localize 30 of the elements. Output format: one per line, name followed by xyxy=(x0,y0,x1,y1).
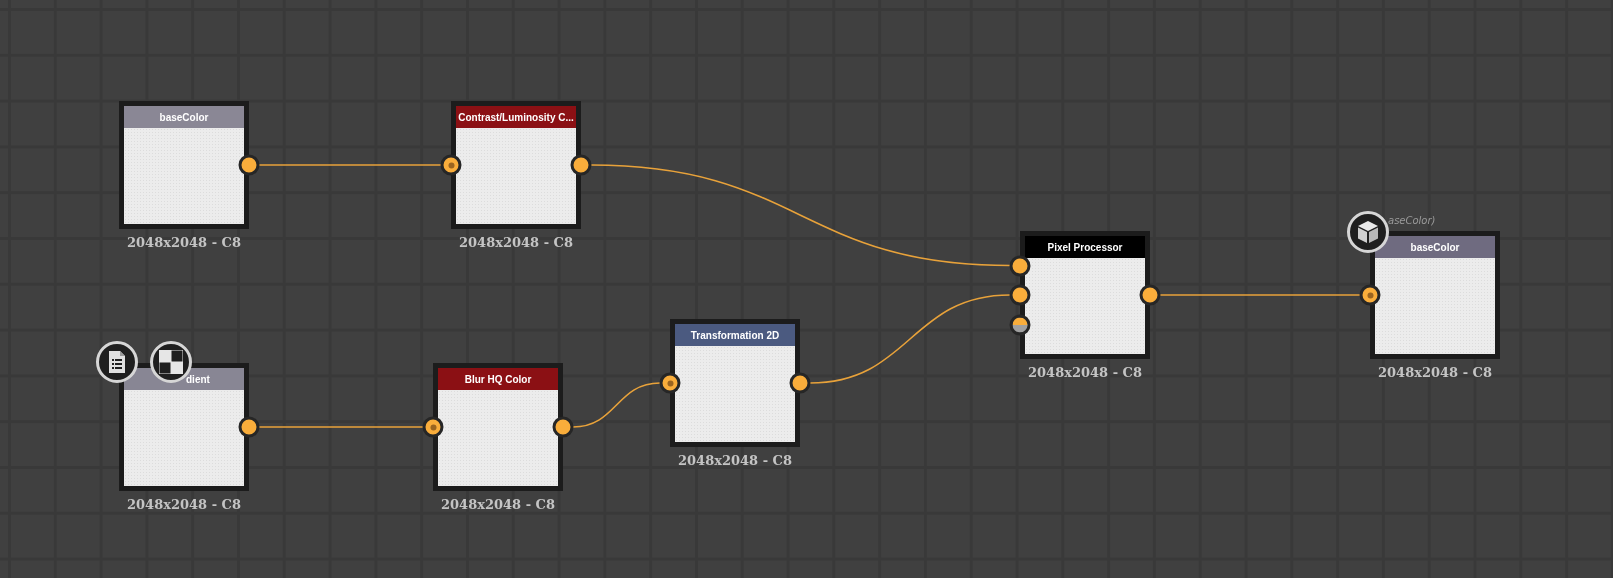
input-port[interactable] xyxy=(659,372,681,394)
node-card[interactable]: baseColor xyxy=(1370,231,1500,359)
node-title: Blur HQ Color xyxy=(438,368,558,390)
input-port[interactable] xyxy=(1359,284,1381,306)
document-icon[interactable] xyxy=(96,341,138,383)
node-resolution: 2048x2048 - C8 xyxy=(127,235,241,250)
input-port[interactable] xyxy=(1009,255,1031,276)
node-title: Transformation 2D xyxy=(675,324,795,346)
node-resolution: 2048x2048 - C8 xyxy=(678,453,792,468)
node-title: baseColor xyxy=(1375,236,1495,258)
node-resolution: 2048x2048 - C8 xyxy=(1378,365,1492,380)
node-resolution: 2048x2048 - C8 xyxy=(127,497,241,512)
input-port[interactable] xyxy=(422,416,444,438)
node-card[interactable]: dient xyxy=(119,363,249,491)
node-title: Pixel Processor xyxy=(1025,236,1145,258)
node-card[interactable]: Contrast/Luminosity C... xyxy=(451,101,581,229)
cube-icon[interactable] xyxy=(1347,211,1389,253)
node-resolution: 2048x2048 - C8 xyxy=(1028,365,1142,380)
node-card[interactable]: Transformation 2D xyxy=(670,319,800,447)
node-resolution: 2048x2048 - C8 xyxy=(459,235,573,250)
node-card[interactable]: Pixel Processor xyxy=(1020,231,1150,359)
input-port[interactable] xyxy=(1009,314,1031,335)
input-port[interactable] xyxy=(1009,284,1031,306)
node-resolution: 2048x2048 - C8 xyxy=(441,497,555,512)
node-title: Contrast/Luminosity C... xyxy=(456,106,576,128)
node-card[interactable]: baseColor xyxy=(119,101,249,229)
node-card[interactable]: Blur HQ Color xyxy=(433,363,563,491)
input-port[interactable] xyxy=(440,154,462,176)
node-title: baseColor xyxy=(124,106,244,128)
node-caption: aseColor) xyxy=(1388,215,1436,226)
